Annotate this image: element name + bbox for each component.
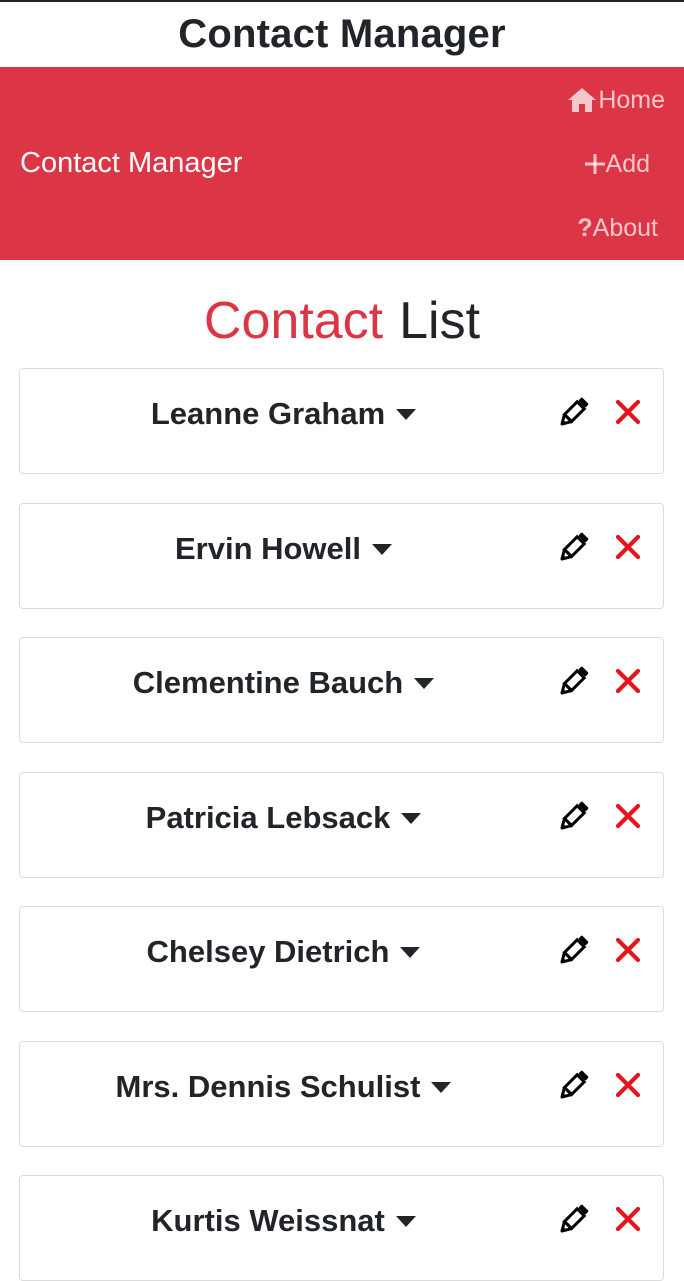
nav-link-add-label: Add [605,149,650,178]
navbar-brand[interactable]: Contact Manager [20,67,242,260]
page-heading-rest: List [399,292,481,350]
nav-links: Home Add ? About [484,67,684,260]
contact-name-row: Ervin Howell [20,528,548,570]
pencil-icon[interactable] [555,931,593,969]
page-heading: Contact List [0,286,684,356]
contact-card: Kurtis Weissnat [19,1175,664,1281]
caret-down-icon[interactable] [395,1214,417,1228]
caret-down-icon[interactable] [399,945,421,959]
contact-card: Mrs. Dennis Schulist [19,1041,664,1147]
contact-name-row: Patricia Lebsack [20,797,548,839]
times-icon[interactable] [614,667,642,695]
contact-name: Clementine Bauch [132,665,404,700]
contact-name: Leanne Graham [150,396,386,431]
home-icon [566,86,598,114]
caret-down-icon[interactable] [400,811,422,825]
nav-link-home-label: Home [598,85,665,114]
nav-link-add[interactable]: Add [584,146,650,182]
pencil-icon[interactable] [555,393,593,431]
caret-down-icon[interactable] [395,407,417,421]
contact-name: Mrs. Dennis Schulist [115,1069,421,1104]
contact-name: Chelsey Dietrich [146,934,390,969]
nav-link-about[interactable]: ? About [577,210,658,246]
nav-link-home[interactable]: Home [566,82,665,118]
contact-name: Patricia Lebsack [145,800,391,835]
app-title: Contact Manager [178,11,506,56]
contact-card: Chelsey Dietrich [19,906,664,1012]
question-icon: ? [577,213,593,242]
contact-name-row: Chelsey Dietrich [20,931,548,973]
contact-name: Kurtis Weissnat [151,1203,385,1238]
times-icon[interactable] [614,533,642,561]
contact-card: Patricia Lebsack [19,772,664,878]
contact-name-row: Kurtis Weissnat [20,1200,548,1242]
contact-name: Ervin Howell [174,531,362,566]
caret-down-icon[interactable] [413,676,435,690]
contact-name-row: Leanne Graham [20,393,548,435]
times-icon[interactable] [614,398,642,426]
pencil-icon[interactable] [555,528,593,566]
navbar: Contact Manager Home Add ? About [0,67,684,260]
contact-card: Clementine Bauch [19,637,664,743]
pencil-icon[interactable] [555,1200,593,1238]
times-icon[interactable] [614,1071,642,1099]
contact-name-row: Mrs. Dennis Schulist [20,1066,548,1108]
pencil-icon[interactable] [555,662,593,700]
pencil-icon[interactable] [555,1066,593,1104]
contact-card: Ervin Howell [19,503,664,609]
contact-card: Leanne Graham [19,368,664,474]
caret-down-icon[interactable] [371,542,393,556]
plus-icon [584,153,606,175]
pencil-icon[interactable] [555,797,593,835]
caret-down-icon[interactable] [430,1080,452,1094]
times-icon[interactable] [614,1205,642,1233]
times-icon[interactable] [614,936,642,964]
nav-link-about-label: About [592,213,658,242]
contact-name-row: Clementine Bauch [20,662,548,704]
page-heading-accent: Contact [203,292,384,350]
times-icon[interactable] [614,802,642,830]
